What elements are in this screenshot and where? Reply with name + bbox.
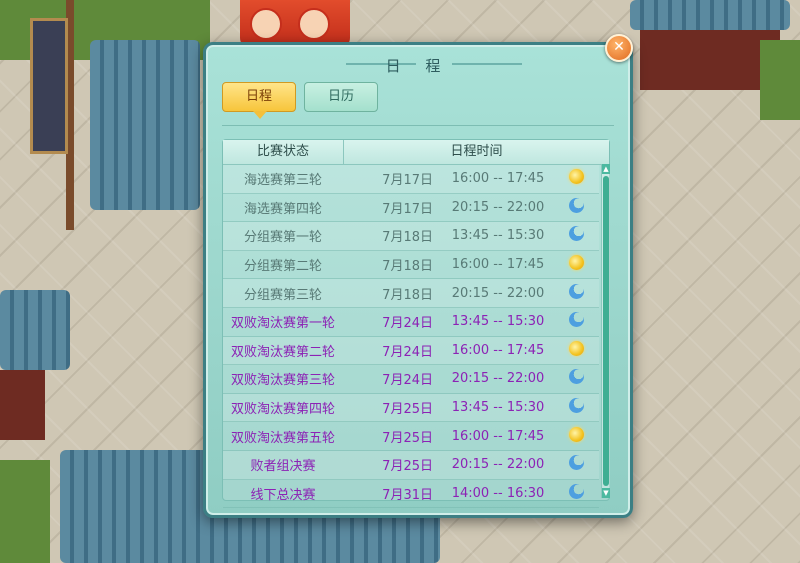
match-stage: 海选赛第四轮 (243, 201, 322, 217)
match-time: 16:00 -- 17:45 (451, 257, 545, 273)
table-row: 败者组决赛 7月25日 20:15 -- 22:00 (223, 450, 599, 480)
match-stage: 双败淘汰赛第五轮 (230, 430, 335, 446)
table-row: 分组赛第二轮 7月18日 16:00 -- 17:45 (223, 251, 599, 280)
match-stage: 双败淘汰赛第一轮 (230, 316, 335, 332)
table-row: 双败淘汰赛第五轮 7月25日 16:00 -- 17:45 (223, 422, 599, 451)
moon-icon (568, 398, 584, 414)
table-row: 双败淘汰赛第三轮 7月24日 20:15 -- 22:00 (223, 365, 599, 394)
match-stage: 败者组决赛 (250, 459, 316, 475)
match-date: 7月18日 (382, 259, 433, 275)
match-time: 16:00 -- 17:45 (451, 171, 545, 187)
match-date: 7月17日 (382, 173, 433, 189)
moon-icon (568, 455, 584, 471)
tab-calendar[interactable]: 日历 (304, 82, 378, 112)
scroll-thumb[interactable] (603, 176, 609, 486)
match-time: 20:15 -- 22:00 (451, 371, 545, 387)
time-of-day-icon (563, 169, 589, 188)
time-of-day-icon (563, 255, 589, 274)
match-time: 20:15 -- 22:00 (451, 199, 545, 215)
time-of-day-icon (563, 483, 589, 503)
sun-icon (568, 255, 584, 271)
moon-icon (568, 369, 584, 385)
table-body[interactable]: 海选赛第三轮 7月17日 16:00 -- 17:45 海选赛第四轮 7月17日 20:1… (223, 165, 599, 509)
panel-title: 日 程 (385, 57, 451, 75)
match-stage: 双败淘汰赛第二轮 (230, 344, 335, 360)
table-row: 海选赛第四轮 7月17日 20:15 -- 22:00 (223, 194, 599, 223)
match-date: 7月25日 (382, 402, 433, 418)
time-of-day-icon (563, 197, 589, 217)
match-time: 16:00 -- 17:45 (451, 342, 545, 358)
scrollbar[interactable]: ▲ ▼ (601, 164, 610, 498)
moon-icon (568, 312, 584, 328)
moon-icon (568, 283, 584, 299)
match-stage: 双败淘汰赛第三轮 (230, 373, 335, 389)
match-date: 7月31日 (382, 487, 433, 503)
table-row: 分组赛第三轮 7月18日 20:15 -- 22:00 (223, 279, 599, 308)
table-row: 双败淘汰赛第一轮 7月24日 13:45 -- 15:30 (223, 308, 599, 337)
match-stage: 分组赛第三轮 (243, 287, 322, 303)
mascot-left-icon (250, 8, 282, 40)
sun-icon (568, 169, 584, 185)
table-header: 比赛状态 日程时间 (223, 140, 609, 165)
match-date: 7月25日 (382, 430, 433, 446)
match-time: 20:15 -- 22:00 (451, 457, 545, 473)
match-stage: 海选赛第三轮 (243, 173, 322, 189)
tab-schedule[interactable]: 日程 (222, 82, 296, 119)
background-banner (30, 18, 68, 154)
match-stage: 线下总决赛 (250, 487, 316, 503)
match-date: 7月24日 (382, 316, 433, 332)
time-of-day-icon (563, 369, 589, 388)
scroll-up-button[interactable]: ▲ (602, 164, 610, 174)
match-stage: 分组赛第二轮 (243, 259, 322, 275)
time-of-day-icon (563, 312, 589, 331)
background-roof (90, 40, 200, 210)
sun-icon (568, 340, 584, 356)
title-ornament (452, 63, 522, 65)
sun-icon (568, 426, 584, 442)
background-grass (760, 40, 800, 120)
match-stage: 分组赛第一轮 (243, 230, 322, 246)
scroll-down-button[interactable]: ▼ (602, 488, 610, 498)
header-status: 比赛状态 (223, 140, 344, 164)
moon-icon (568, 226, 584, 242)
background-roof (0, 290, 70, 370)
time-of-day-icon (563, 283, 589, 303)
schedule-panel: 日 程 日程 日历 比赛状态 日程时间 海选赛第三轮 7月17日 16:00 -- … (203, 42, 633, 518)
match-time: 20:15 -- 22:00 (451, 285, 545, 301)
schedule-table: 比赛状态 日程时间 海选赛第三轮 7月17日 16:00 -- 17:45 海选赛第四… (222, 139, 610, 509)
background-grass (0, 460, 50, 563)
table-row: 线下总决赛 7月31日 14:00 -- 16:30 (223, 480, 599, 509)
time-of-day-icon (563, 398, 589, 417)
title-decoration (240, 0, 350, 48)
time-of-day-icon (563, 426, 589, 446)
time-of-day-icon (563, 340, 589, 360)
table-row: 海选赛第三轮 7月17日 16:00 -- 17:45 (223, 165, 599, 194)
match-date: 7月25日 (382, 459, 433, 475)
moon-icon (568, 483, 584, 499)
match-stage: 双败淘汰赛第四轮 (230, 402, 335, 418)
header-time: 日程时间 (450, 144, 503, 159)
time-of-day-icon (563, 226, 589, 245)
match-time: 13:45 -- 15:30 (451, 400, 545, 416)
match-date: 7月18日 (382, 230, 433, 246)
match-date: 7月18日 (382, 287, 433, 303)
time-of-day-icon (563, 455, 589, 474)
divider (222, 125, 614, 126)
match-time: 14:00 -- 16:30 (451, 485, 545, 501)
table-row: 双败淘汰赛第四轮 7月25日 13:45 -- 15:30 (223, 393, 599, 423)
match-time: 13:45 -- 15:30 (451, 228, 545, 244)
match-date: 7月24日 (382, 344, 433, 360)
mascot-right-icon (298, 8, 330, 40)
table-row: 双败淘汰赛第二轮 7月24日 16:00 -- 17:45 (223, 336, 599, 366)
match-date: 7月24日 (382, 373, 433, 389)
background-wall (0, 370, 45, 440)
close-button[interactable]: ✕ (605, 34, 633, 62)
background-roof (630, 0, 790, 30)
table-row: 分组赛第一轮 7月18日 13:45 -- 15:30 (223, 222, 599, 251)
match-time: 13:45 -- 15:30 (451, 314, 545, 330)
moon-icon (568, 197, 584, 213)
match-date: 7月17日 (382, 201, 433, 217)
match-time: 16:00 -- 17:45 (451, 428, 545, 444)
